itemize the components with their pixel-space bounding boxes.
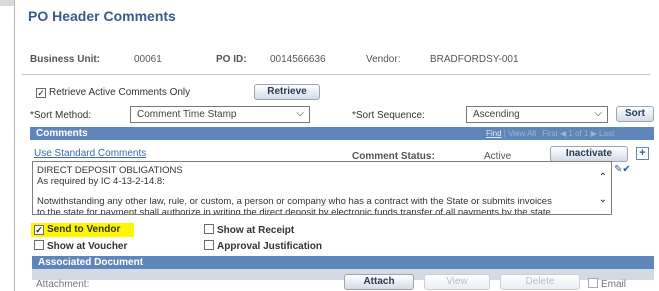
page-title: PO Header Comments (28, 8, 176, 24)
comment-text-line: to the state for payment shall authorize… (37, 207, 551, 215)
associated-document-band: Associated Document (32, 256, 654, 269)
retrieve-active-label: Retrieve Active Comments Only (49, 87, 191, 98)
attachment-label: Attachment: (36, 279, 90, 290)
comments-nav: Find | View All First ◀ 1 of 1 ▶ Last (486, 129, 615, 138)
retrieve-button[interactable]: Retrieve (254, 84, 320, 100)
inactivate-button[interactable]: Inactivate (550, 146, 628, 162)
retrieve-active-check-icon[interactable]: ✓ (36, 88, 46, 98)
sort-sequence-select[interactable]: Ascending ⌵ (466, 106, 608, 123)
scroll-up-icon[interactable]: ⌃ (599, 172, 607, 183)
send-to-vendor-check-icon[interactable]: ✓ (34, 225, 44, 235)
comment-text-line: DIRECT DEPOSIT OBLIGATIONS (37, 165, 183, 176)
delete-attachment-button[interactable]: Delete (500, 274, 580, 290)
approval-justification-label: Approval Justification (217, 241, 323, 252)
send-to-vendor-label: Send to Vendor (47, 224, 121, 235)
vendor-value: BRADFORDSY-001 (430, 54, 519, 65)
sort-sequence-value: Ascending (473, 109, 520, 120)
chevron-down-icon: ⌵ (594, 108, 602, 119)
show-at-voucher-checkbox[interactable]: Show at Voucher (34, 240, 127, 252)
po-id-label: PO ID: (216, 54, 247, 65)
sort-sequence-label: *Sort Sequence: (352, 110, 425, 121)
header-separator (22, 74, 650, 75)
scroll-down-icon[interactable]: ⌄ (599, 194, 607, 205)
first-link[interactable]: First (542, 129, 558, 138)
comment-text-line: As required by IC 4-13-2-14.8: (37, 176, 165, 187)
spellcheck-icon[interactable]: ✎✔ (614, 164, 631, 175)
sort-button[interactable]: Sort (616, 106, 654, 122)
view-attachment-button[interactable]: View (424, 274, 490, 290)
retrieve-active-checkbox[interactable]: ✓ Retrieve Active Comments Only (36, 87, 190, 98)
comment-text-line: Notwithstanding any other law, rule, or … (37, 196, 552, 207)
sort-method-select[interactable]: Comment Time Stamp ⌵ (130, 106, 310, 123)
show-at-receipt-label: Show at Receipt (217, 225, 295, 236)
page-counter: 1 of 1 (568, 129, 589, 138)
chevron-down-icon: ⌵ (296, 108, 304, 119)
prev-icon[interactable]: ◀ (560, 129, 566, 138)
show-at-voucher-label: Show at Voucher (47, 241, 128, 252)
po-id-value: 0014566636 (270, 54, 326, 65)
approval-justification-checkbox[interactable]: Approval Justification (204, 240, 322, 252)
business-unit-label: Business Unit: (30, 54, 101, 65)
sort-method-label: *Sort Method: (30, 110, 92, 121)
textarea-scrollbar[interactable]: ⌃ ⌄ (595, 164, 609, 212)
attach-button[interactable]: Attach (344, 274, 414, 290)
associated-document-header: Associated Document (38, 257, 144, 268)
email-label: Email (601, 279, 627, 290)
use-standard-comments-link[interactable]: Use Standard Comments (34, 148, 146, 159)
next-icon[interactable]: ▶ (591, 129, 597, 138)
send-to-vendor-checkbox[interactable]: ✓ Send to Vendor (34, 224, 120, 235)
sort-method-value: Comment Time Stamp (137, 109, 237, 120)
find-link[interactable]: Find (486, 129, 502, 138)
add-comment-button[interactable]: + (636, 147, 649, 160)
comments-header: Comments (36, 128, 88, 139)
last-link[interactable]: Last (599, 129, 614, 138)
email-checkbox[interactable]: Email (588, 278, 626, 290)
view-all-link[interactable]: View All (508, 129, 536, 138)
comment-textarea[interactable]: DIRECT DEPOSIT OBLIGATIONS As required b… (32, 161, 612, 215)
business-unit-value: 00061 (134, 54, 162, 65)
vendor-label: Vendor: (366, 54, 401, 65)
show-at-receipt-checkbox[interactable]: Show at Receipt (204, 224, 294, 236)
